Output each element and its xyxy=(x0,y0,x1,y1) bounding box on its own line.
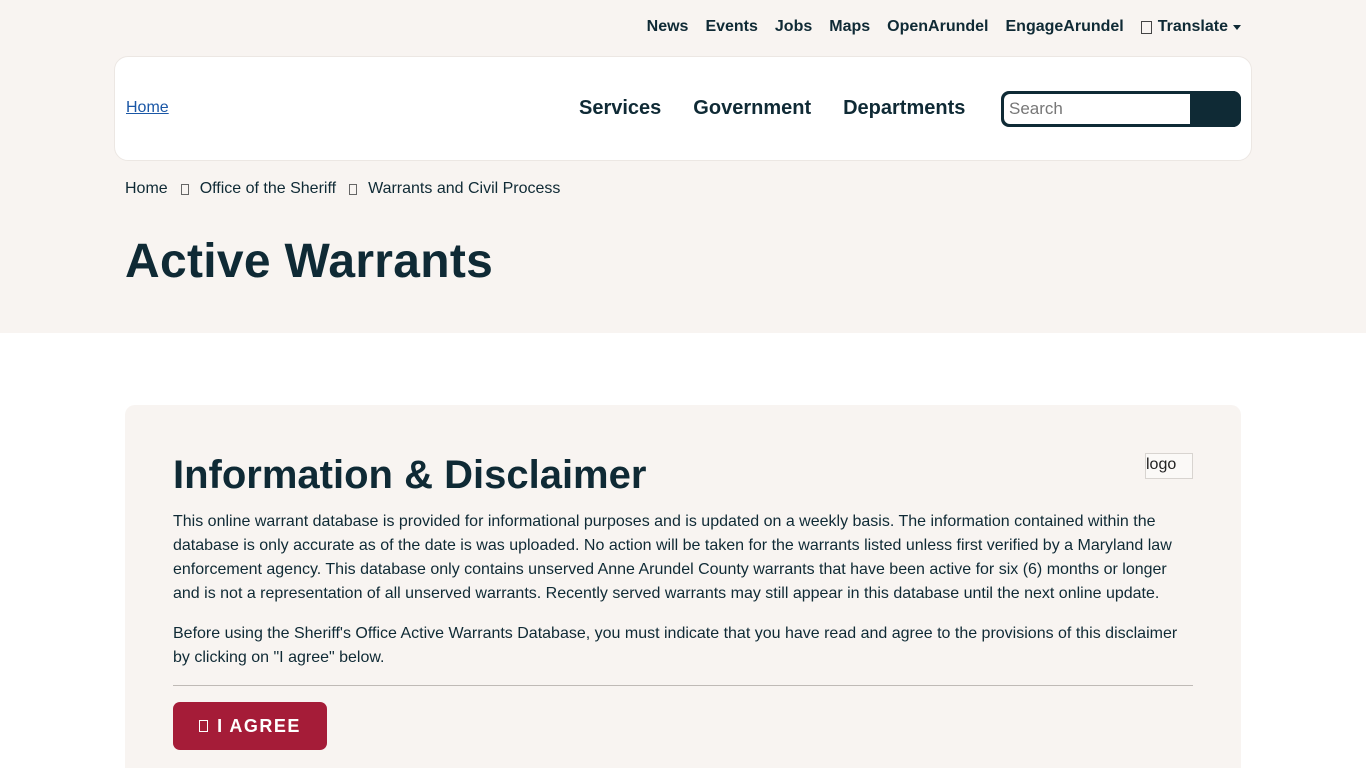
search-box xyxy=(1001,91,1241,127)
utility-link-jobs[interactable]: Jobs xyxy=(775,18,812,36)
utility-link-engagearundel[interactable]: EngageArundel xyxy=(1006,18,1124,36)
search-button[interactable] xyxy=(1190,91,1241,127)
disclaimer-paragraph: This online warrant database is provided… xyxy=(173,513,1172,602)
disclaimer-title: Information & Disclaimer xyxy=(173,453,647,497)
home-logo-alt: Home xyxy=(126,99,169,116)
utility-link-openarundel[interactable]: OpenArundel xyxy=(887,18,988,36)
disclaimer-instruction: Before using the Sheriff's Office Active… xyxy=(173,625,1178,666)
page-title: Active Warrants xyxy=(125,235,494,288)
utility-link-events[interactable]: Events xyxy=(705,18,757,36)
site-header: Home Services Government Departments xyxy=(114,56,1252,161)
globe-icon xyxy=(1140,20,1152,34)
breadcrumb-home[interactable]: Home xyxy=(125,180,168,198)
breadcrumb-warrants-civil-process[interactable]: Warrants and Civil Process xyxy=(368,180,560,198)
utility-link-maps[interactable]: Maps xyxy=(829,18,870,36)
breadcrumb-office-of-the-sheriff[interactable]: Office of the Sheriff xyxy=(200,180,336,198)
translate-label: Translate xyxy=(1157,18,1228,35)
translate-dropdown[interactable]: Translate xyxy=(1140,18,1241,36)
agree-label: I AGREE xyxy=(217,715,301,736)
sheriff-logo-image: logo xyxy=(1145,453,1193,479)
nav-departments[interactable]: Departments xyxy=(843,97,965,120)
search-input[interactable] xyxy=(1004,94,1190,124)
chevron-right-icon xyxy=(180,183,189,195)
disclaimer-card: Information & Disclaimer logo This onlin… xyxy=(125,405,1241,768)
utility-nav: News Events Jobs Maps OpenArundel Engage… xyxy=(630,16,1241,38)
breadcrumb: Home Office of the Sheriff Warrants and … xyxy=(125,180,560,198)
divider xyxy=(173,685,1193,686)
chevron-right-icon xyxy=(349,183,358,195)
logo-alt-text: logo xyxy=(1146,456,1177,473)
check-icon xyxy=(199,720,209,732)
home-logo-link[interactable]: Home xyxy=(126,99,169,117)
caret-down-icon xyxy=(1233,24,1241,30)
utility-link-news[interactable]: News xyxy=(647,18,689,36)
i-agree-button[interactable]: I AGREE xyxy=(173,702,327,750)
nav-government[interactable]: Government xyxy=(693,97,811,120)
main-nav: Services Government Departments xyxy=(579,97,997,120)
nav-services[interactable]: Services xyxy=(579,97,661,120)
